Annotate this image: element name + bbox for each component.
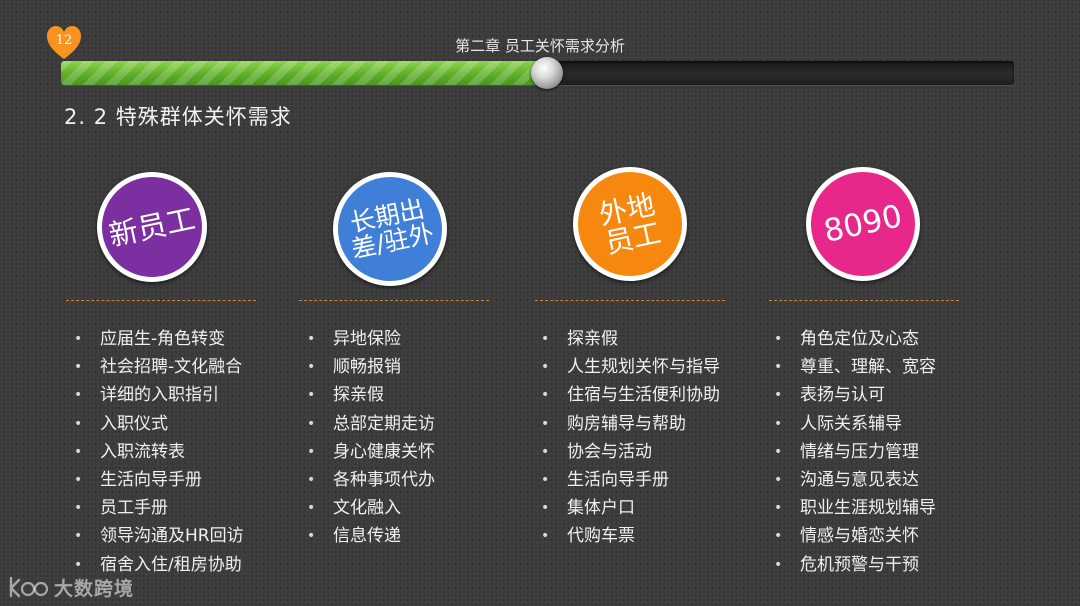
list-item: 员工手册 — [64, 494, 244, 522]
list-item: 顺畅报销 — [297, 353, 435, 381]
circle-badge: 长期出 差/驻外 — [333, 172, 447, 286]
circle-badge: 新员工 — [97, 172, 207, 282]
circle-badge: 外地 员工 — [573, 167, 687, 281]
watermark: 大数跨境 — [8, 572, 134, 602]
circle-label: 新员工 — [105, 201, 199, 253]
dashed-divider — [769, 300, 959, 301]
circle-label: 8090 — [820, 197, 906, 250]
list-item: 情绪与压力管理 — [764, 438, 936, 466]
list-item: 角色定位及心态 — [764, 325, 936, 353]
list-item: 各种事项代办 — [297, 466, 435, 494]
page-number: 12 — [55, 33, 73, 48]
circle-badge: 8090 — [806, 167, 920, 281]
watermark-brand: 大数跨境 — [54, 577, 135, 600]
list-item: 生活向导手册 — [64, 466, 244, 494]
list-item: 协会与活动 — [531, 438, 720, 466]
list-item: 人际关系辅导 — [764, 410, 936, 438]
list-item: 入职仪式 — [64, 410, 244, 438]
list-item: 尊重、理解、宽容 — [764, 353, 936, 381]
dashed-divider — [66, 300, 256, 301]
section-title: 2. 2 特殊群体关怀需求 — [64, 105, 292, 129]
item-list: 应届生-角色转变 社会招聘-文化融合 详细的入职指引 入职仪式 入职流转表 生活… — [64, 325, 244, 579]
page-number-badge: 12 — [45, 24, 85, 62]
list-item: 购房辅导与帮助 — [531, 410, 720, 438]
list-item: 应届生-角色转变 — [64, 325, 244, 353]
list-item: 人生规划关怀与指导 — [531, 353, 720, 381]
list-item: 情感与婚恋关怀 — [764, 522, 936, 550]
list-item: 入职流转表 — [64, 438, 244, 466]
list-item: 探亲假 — [297, 381, 435, 409]
list-item: 异地保险 — [297, 325, 435, 353]
list-item: 沟通与意见表达 — [764, 466, 936, 494]
item-list: 探亲假 人生规划关怀与指导 住宿与生活便利协助 购房辅导与帮助 协会与活动 生活… — [531, 325, 720, 551]
list-item: 详细的入职指引 — [64, 381, 244, 409]
list-item: 文化融入 — [297, 494, 435, 522]
list-item: 身心健康关怀 — [297, 438, 435, 466]
circle-label: 长期出 差/驻外 — [347, 193, 437, 265]
dashed-divider — [299, 300, 489, 301]
chapter-title: 第二章 员工关怀需求分析 — [455, 37, 625, 55]
circle-label: 外地 员工 — [596, 187, 664, 261]
list-item: 表扬与认可 — [764, 381, 936, 409]
list-item: 总部定期走访 — [297, 410, 435, 438]
list-item: 领导沟通及HR回访 — [64, 522, 244, 550]
list-item: 住宿与生活便利协助 — [531, 381, 720, 409]
list-item: 职业生涯规划辅导 — [764, 494, 936, 522]
list-item: 生活向导手册 — [531, 466, 720, 494]
slide: 12 第二章 员工关怀需求分析 2. 2 特殊群体关怀需求 新员工 应届生-角色… — [0, 0, 1080, 606]
item-list: 异地保险 顺畅报销 探亲假 总部定期走访 身心健康关怀 各种事项代办 文化融入 … — [297, 325, 435, 551]
list-item: 代购车票 — [531, 522, 720, 550]
list-item: 集体户口 — [531, 494, 720, 522]
dashed-divider — [535, 300, 725, 301]
list-item: 社会招聘-文化融合 — [64, 353, 244, 381]
list-item: 探亲假 — [531, 325, 720, 353]
list-item: 信息传递 — [297, 522, 435, 550]
item-list: 角色定位及心态 尊重、理解、宽容 表扬与认可 人际关系辅导 情绪与压力管理 沟通… — [764, 325, 936, 579]
kbo-logo-icon — [9, 576, 49, 598]
progress-knob[interactable] — [531, 57, 564, 89]
progress-fill — [61, 61, 548, 85]
list-item: 危机预警与干预 — [764, 551, 936, 579]
